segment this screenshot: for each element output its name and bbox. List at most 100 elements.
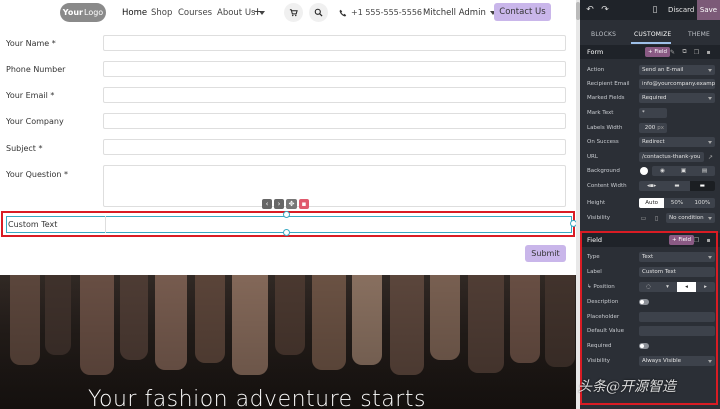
marked-fields-label: Marked Fields	[587, 95, 625, 101]
action-label: Action	[587, 67, 605, 73]
tab-theme[interactable]: THEME	[688, 31, 710, 38]
hero-heading[interactable]: Your fashion adventure starts	[88, 387, 426, 409]
height-row: Height Auto 50% 100%	[580, 198, 720, 210]
form-visibility-select[interactable]: No condition	[666, 213, 715, 223]
chevron-down-icon	[708, 216, 712, 220]
field-label-phone: Phone Number	[6, 65, 66, 74]
add-menu-item-button[interactable]: +	[253, 5, 262, 18]
add-field-button[interactable]: + Field	[645, 47, 671, 57]
labels-width-row: Labels Width 200 px	[580, 123, 720, 135]
chevron-down-icon	[708, 96, 712, 100]
phone-input[interactable]	[103, 61, 566, 77]
height-auto-option[interactable]: Auto	[639, 198, 665, 208]
labels-width-value: 200	[644, 125, 656, 131]
labels-width-input[interactable]: 200 px	[639, 123, 667, 133]
field-label-name: Your Name *	[6, 39, 56, 48]
action-select[interactable]: Send an E-mail	[639, 65, 715, 75]
nav-home[interactable]: Home	[122, 8, 147, 18]
field-label-company: Your Company	[6, 117, 64, 126]
desktop-icon[interactable]: ▭	[640, 214, 647, 222]
phone-icon	[339, 9, 347, 16]
mark-text-row: Mark Text *	[580, 108, 720, 120]
drag-handle[interactable]: ✥	[286, 199, 297, 209]
undo-icon[interactable]: ↶	[585, 5, 595, 15]
labels-width-unit: px	[657, 125, 664, 131]
duplicate-icon[interactable]: ❐	[693, 48, 700, 56]
search-button[interactable]	[309, 3, 328, 22]
phone-link[interactable]: +1 555-555-5556	[339, 8, 422, 17]
site-logo[interactable]: Your Logo	[60, 3, 106, 22]
question-textarea[interactable]	[103, 165, 566, 207]
link-icon[interactable]: ✎	[669, 48, 676, 56]
email-input[interactable]	[103, 87, 566, 103]
delete-field-button[interactable]: ▪	[299, 199, 309, 209]
element-toolbar: ‹ › ✥ ▪	[262, 199, 309, 209]
nav-about-us-label: About Us	[217, 8, 256, 18]
trash-icon[interactable]: ▪	[705, 48, 712, 56]
company-input[interactable]	[103, 113, 566, 129]
nav-courses[interactable]: Courses	[178, 8, 212, 18]
hero-banner-image: Your fashion adventure starts	[0, 275, 576, 409]
chevron-right-icon: ›	[277, 200, 281, 208]
copy-icon[interactable]: ⧉	[681, 48, 688, 56]
name-input[interactable]	[103, 35, 566, 51]
camera-icon[interactable]: ◉	[652, 166, 673, 176]
mobile-preview-icon[interactable]: ▯	[650, 5, 660, 15]
top-navbar: Your Logo Home Shop Courses About Us + +1…	[0, 0, 576, 26]
mark-text-input[interactable]: *	[639, 108, 667, 118]
width-medium-icon[interactable]: ▬	[664, 181, 689, 191]
recipient-email-input[interactable]: info@yourcompany.examp	[639, 79, 715, 89]
editor-header: ↶ ↷ ▯ Discard Save	[580, 0, 720, 20]
external-link-icon[interactable]: ↗	[707, 153, 714, 161]
marked-fields-select[interactable]: Required	[639, 93, 715, 103]
content-width-row: Content Width ◂▪▸ ▬ ▬	[580, 181, 720, 193]
height-100-option[interactable]: 100%	[690, 198, 715, 208]
tab-customize[interactable]: CUSTOMIZE	[634, 31, 671, 38]
subject-input[interactable]	[103, 139, 566, 155]
picture-icon[interactable]: ▤	[694, 166, 715, 176]
submit-button[interactable]: Submit	[525, 245, 566, 262]
user-menu[interactable]: Mitchell Admin	[423, 8, 496, 18]
move-icon: ✥	[288, 200, 295, 208]
nav-shop[interactable]: Shop	[151, 8, 172, 18]
height-50-option[interactable]: 50%	[664, 198, 689, 208]
on-success-row: On Success Redirect	[580, 137, 720, 149]
marked-fields-row: Marked Fields Required	[580, 93, 720, 105]
resize-handle-top[interactable]	[283, 211, 290, 218]
image-icon[interactable]: ▣	[673, 166, 694, 176]
on-success-select[interactable]: Redirect	[639, 137, 715, 147]
width-full-icon[interactable]: ▬	[689, 181, 715, 191]
marked-fields-value: Required	[642, 95, 667, 101]
cart-button[interactable]	[284, 3, 303, 22]
width-small-icon[interactable]: ◂▪▸	[639, 181, 664, 191]
mobile-icon[interactable]: ▯	[653, 214, 660, 222]
field-label-email: Your Email *	[6, 91, 55, 100]
background-label: Background	[587, 168, 620, 174]
url-input[interactable]: /contactus-thank-you	[639, 152, 704, 162]
search-icon	[314, 8, 323, 17]
content-width-label: Content Width	[587, 183, 627, 189]
background-row: Background ◉ ▣ ▤	[580, 166, 720, 178]
discard-button[interactable]: Discard	[668, 6, 694, 14]
user-name: Mitchell Admin	[423, 8, 486, 18]
height-label: Height	[587, 200, 606, 206]
background-options: ◉ ▣ ▤	[652, 166, 715, 176]
form-visibility-row: Visibility ▭ ▯ No condition	[580, 213, 720, 225]
move-right-button[interactable]: ›	[274, 199, 284, 209]
trash-icon: ▪	[301, 200, 307, 208]
action-value: Send an E-mail	[642, 67, 684, 73]
on-success-value: Redirect	[642, 139, 665, 145]
chevron-down-icon	[708, 140, 712, 144]
website-preview: Your Logo Home Shop Courses About Us + +1…	[0, 0, 576, 409]
chevron-left-icon: ‹	[265, 200, 269, 208]
resize-handle-bottom[interactable]	[283, 229, 290, 236]
contact-us-button[interactable]: Contact Us	[494, 3, 551, 21]
active-tab-indicator	[631, 42, 671, 44]
chevron-down-icon	[708, 68, 712, 72]
save-button[interactable]: Save	[697, 0, 720, 20]
redo-icon[interactable]: ↷	[600, 5, 610, 15]
background-color-swatch[interactable]	[640, 167, 648, 175]
tab-blocks[interactable]: BLOCKS	[591, 31, 616, 38]
height-options: Auto 50% 100%	[639, 198, 715, 208]
move-left-button[interactable]: ‹	[262, 199, 272, 209]
